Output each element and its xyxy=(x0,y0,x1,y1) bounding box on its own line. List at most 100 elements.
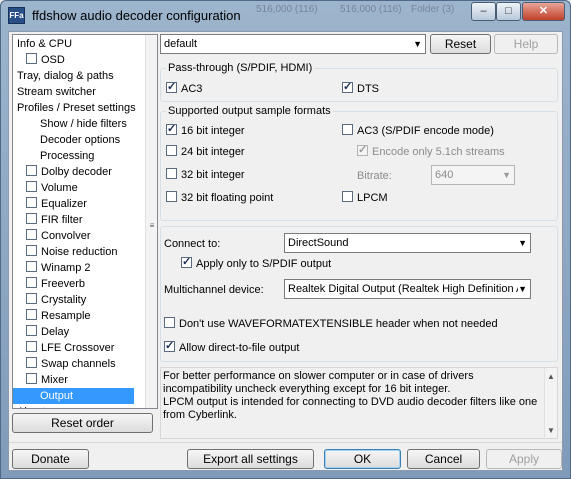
donate-button[interactable]: Donate xyxy=(12,449,89,469)
checkbox-icon xyxy=(166,80,177,94)
checkbox-icon[interactable] xyxy=(26,53,37,64)
checkbox-icon[interactable] xyxy=(26,373,37,384)
background-ghost-text: Folder (3) xyxy=(411,4,455,15)
float32-checkbox[interactable]: 32 bit floating point xyxy=(166,191,273,205)
int32-checkbox[interactable]: 32 bit integer xyxy=(166,168,245,182)
checkbox-icon[interactable] xyxy=(26,245,37,256)
dts-passthrough-checkbox[interactable]: DTS xyxy=(342,80,379,96)
checkbox-icon[interactable] xyxy=(26,165,37,176)
connect-to-combo[interactable]: DirectSound ▼ xyxy=(284,233,531,253)
ac3-encode-checkbox[interactable]: AC3 (S/PDIF encode mode) xyxy=(342,124,494,138)
tree-item[interactable]: Freeverb xyxy=(26,276,85,292)
encode-51-label: Encode only 5.1ch streams xyxy=(372,146,505,158)
tree-item[interactable]: Processing xyxy=(40,148,94,164)
tree-item[interactable]: Equalizer xyxy=(26,196,87,212)
scroll-up-icon[interactable]: ▲ xyxy=(547,370,555,383)
int32-label: 32 bit integer xyxy=(181,169,245,181)
tree-item-label: Winamp 2 xyxy=(41,262,91,274)
tree-item[interactable]: Volume xyxy=(26,180,78,196)
info-text-box[interactable]: For better performance on slower compute… xyxy=(160,367,558,439)
tree-item[interactable]: FIR filter xyxy=(26,212,83,228)
minimize-button[interactable]: – xyxy=(471,2,496,21)
tree-item[interactable]: Noise reduction xyxy=(26,244,117,260)
preset-combo[interactable]: default ▼ xyxy=(160,34,426,54)
tree-item-label: Noise reduction xyxy=(41,246,118,258)
tree-item-label: Info & CPU xyxy=(17,38,73,50)
tree-item[interactable]: LFE Crossover xyxy=(26,340,114,356)
apply-spdif-checkbox[interactable]: Apply only to S/PDIF output xyxy=(181,255,331,271)
checkbox-icon[interactable] xyxy=(26,277,37,288)
title-bar[interactable]: FFa ffdshow audio decoder configuration … xyxy=(1,1,570,31)
int24-checkbox[interactable]: 24 bit integer xyxy=(166,145,245,159)
background-ghost-text: 516,000 (116) xyxy=(340,4,402,15)
ok-button[interactable]: OK xyxy=(324,449,401,469)
reset-button[interactable]: Reset xyxy=(430,34,491,54)
divider xyxy=(9,442,562,443)
tree-item-label: OSD xyxy=(41,54,65,66)
help-button[interactable]: Help xyxy=(494,34,558,54)
tree-item-label: Processing xyxy=(40,150,95,162)
apply-button[interactable]: Apply xyxy=(486,449,562,469)
tree-item[interactable]: Mixer xyxy=(26,372,68,388)
checkbox-icon[interactable] xyxy=(26,309,37,320)
no-waveformat-label: Don't use WAVEFORMATEXTENSIBLE header wh… xyxy=(179,318,498,330)
tree-item[interactable]: About xyxy=(17,404,46,408)
int16-checkbox[interactable]: 16 bit integer xyxy=(166,122,245,138)
tree-item[interactable]: Delay xyxy=(26,324,69,340)
connect-to-label: Connect to: xyxy=(164,238,221,250)
multichannel-device-combo[interactable]: Realtek Digital Output (Realtek High Def… xyxy=(284,279,531,299)
passthrough-group: Pass-through (S/PDIF, HDMI) AC3 DTS xyxy=(160,62,558,102)
checkbox-icon xyxy=(164,339,175,353)
checkbox-icon[interactable] xyxy=(26,229,37,240)
checkbox-icon xyxy=(181,255,192,269)
settings-tree[interactable]: Info & CPU OSD Tray, dialog & paths Stream … xyxy=(12,34,158,409)
tree-item-label: FIR filter xyxy=(41,214,83,226)
direct-to-file-checkbox[interactable]: Allow direct-to-file output xyxy=(164,339,300,355)
checkbox-icon xyxy=(166,122,177,136)
tree-item[interactable]: Convolver xyxy=(26,228,91,244)
app-icon: FFa xyxy=(8,7,25,24)
scroll-grip-icon[interactable]: ≡ xyxy=(148,221,156,230)
sample-formats-group: Supported output sample formats 16 bit i… xyxy=(160,105,558,221)
checkbox-icon[interactable] xyxy=(26,325,37,336)
direct-to-file-label: Allow direct-to-file output xyxy=(179,342,300,354)
tree-item[interactable]: Tray, dialog & paths xyxy=(17,68,114,84)
checkbox-icon[interactable] xyxy=(26,341,37,352)
maximize-button[interactable]: □ xyxy=(496,2,521,21)
tree-item[interactable]: Swap channels xyxy=(26,356,116,372)
info-scrollbar[interactable]: ▲ ▼ xyxy=(544,368,557,438)
checkbox-icon[interactable] xyxy=(26,181,37,192)
tree-item[interactable]: Profiles / Preset settings xyxy=(17,100,136,116)
tree-item-label: Profiles / Preset settings xyxy=(17,102,136,114)
tree-item[interactable]: Output xyxy=(13,388,134,404)
checkbox-icon[interactable] xyxy=(26,293,37,304)
tree-item[interactable]: Crystality xyxy=(26,292,86,308)
ac3-encode-label: AC3 (S/PDIF encode mode) xyxy=(357,125,494,137)
bitrate-combo[interactable]: 640 ▼ xyxy=(431,165,515,185)
tree-item[interactable]: Winamp 2 xyxy=(26,260,91,276)
tree-item[interactable]: Show / hide filters xyxy=(40,116,127,132)
encode-51-checkbox[interactable]: Encode only 5.1ch streams xyxy=(357,143,505,159)
cancel-button[interactable]: Cancel xyxy=(407,449,480,469)
checkbox-icon[interactable] xyxy=(26,213,37,224)
tree-item[interactable]: Dolby decoder xyxy=(26,164,112,180)
checkbox-icon[interactable] xyxy=(26,261,37,272)
tree-item-label: Show / hide filters xyxy=(40,118,127,130)
tree-item[interactable]: Decoder options xyxy=(40,132,120,148)
scroll-down-icon[interactable]: ▼ xyxy=(547,424,555,437)
tree-scrollbar[interactable]: ≡ xyxy=(145,35,157,408)
checkbox-icon xyxy=(164,317,175,328)
close-button[interactable]: ✕ xyxy=(522,2,565,21)
checkbox-icon[interactable] xyxy=(26,357,37,368)
tree-item[interactable]: Stream switcher xyxy=(17,84,96,100)
ac3-passthrough-checkbox[interactable]: AC3 xyxy=(166,80,202,96)
tree-item[interactable]: Resample xyxy=(26,308,91,324)
lpcm-label: LPCM xyxy=(357,192,388,204)
tree-item[interactable]: Info & CPU xyxy=(17,36,72,52)
checkbox-icon[interactable] xyxy=(26,197,37,208)
no-waveformat-checkbox[interactable]: Don't use WAVEFORMATEXTENSIBLE header wh… xyxy=(164,317,498,331)
reset-order-button[interactable]: Reset order xyxy=(12,413,153,433)
lpcm-checkbox[interactable]: LPCM xyxy=(342,191,388,205)
export-all-settings-button[interactable]: Export all settings xyxy=(187,449,314,469)
tree-item[interactable]: OSD xyxy=(26,52,65,68)
